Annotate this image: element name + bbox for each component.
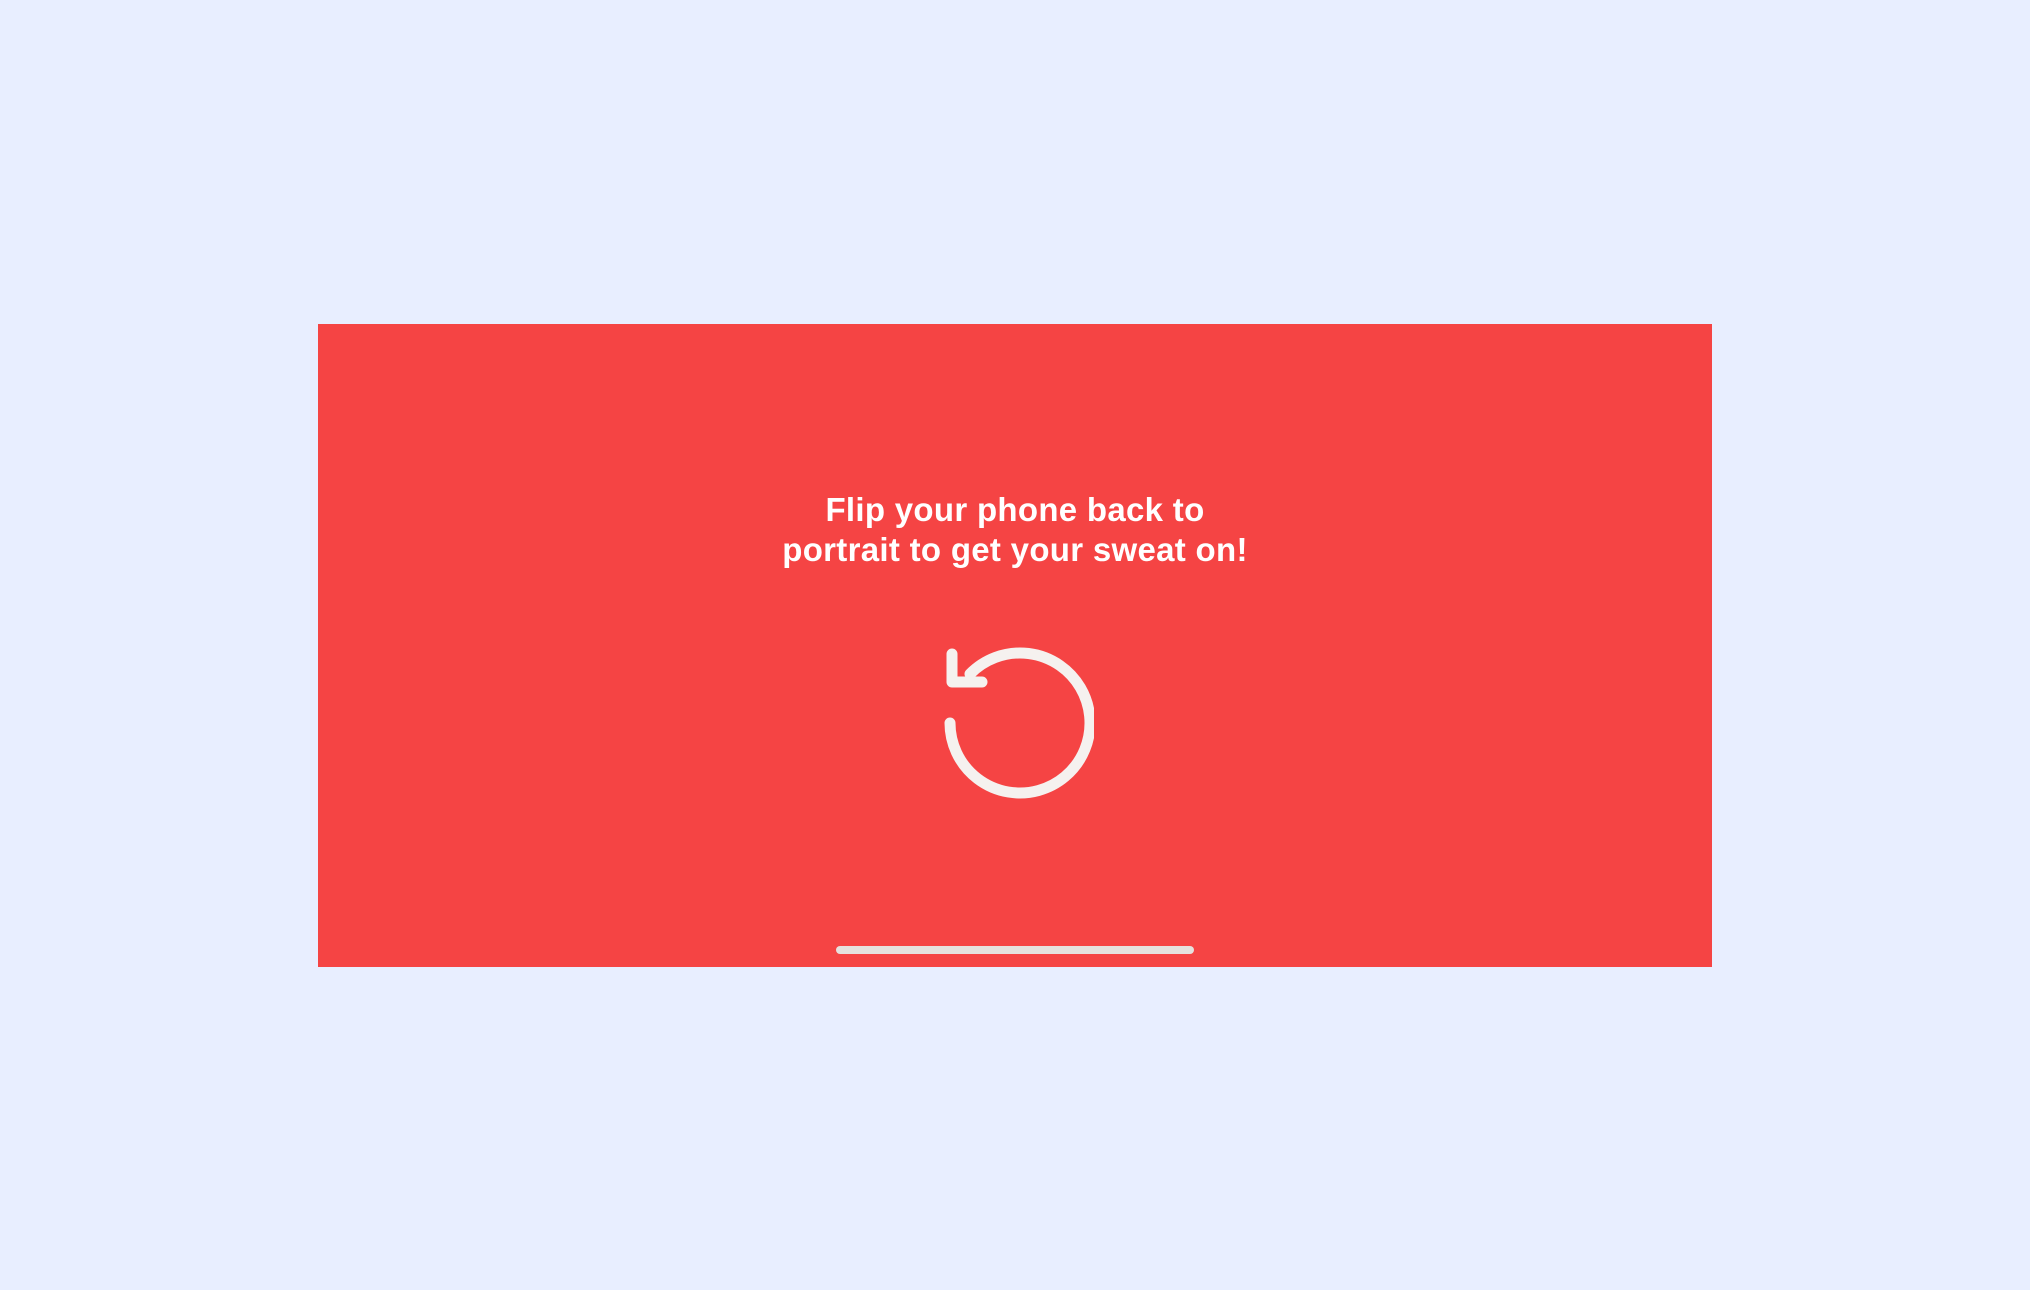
message-line-1: Flip your phone back to [825,491,1205,528]
home-indicator[interactable] [836,946,1194,954]
rotate-counterclockwise-icon [944,647,1094,799]
landscape-warning-screen: Flip your phone back to portrait to get … [318,324,1712,967]
message-line-2: portrait to get your sweat on! [782,531,1248,568]
rotate-device-message: Flip your phone back to portrait to get … [318,490,1712,570]
